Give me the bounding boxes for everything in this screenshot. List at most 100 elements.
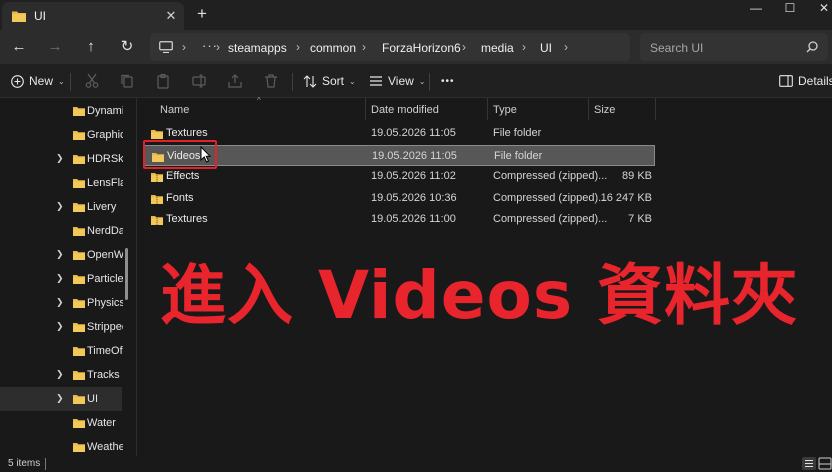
chevron-down-icon: ⌄ [418,76,426,86]
file-row[interactable]: Videos 19.05.2026 11:05 File folder [143,144,655,166]
chevron-right-icon[interactable]: ❯ [56,321,64,332]
view-icon [370,76,382,86]
file-type: File folder [494,149,543,162]
caption-overlay: 進入 Videos 資料夾 [160,257,799,334]
folder-icon [73,441,85,455]
paste-icon[interactable] [155,73,171,89]
chevron-right-icon: › [296,40,300,54]
close-window-button[interactable]: ✕ [806,0,832,20]
sidebar-item[interactable]: Dynamic [0,99,123,123]
sidebar-item-label: Water [87,417,116,429]
column-divider[interactable] [487,98,488,120]
sidebar-item[interactable]: TimeOfD [0,339,123,363]
details-button[interactable]: Details [779,72,832,90]
new-button[interactable]: New ⌄ [11,72,65,90]
sidebar-item[interactable]: ❯ Physics [0,291,123,315]
address-bar[interactable]: › ··· › steamapps › common › ForzaHorizo… [150,33,630,61]
maximize-button[interactable]: ☐ [772,0,808,20]
chevron-down-icon: ⌄ [58,76,65,86]
sidebar-item[interactable]: Water [0,411,122,435]
share-icon[interactable] [227,73,243,89]
sidebar-item[interactable]: ❯ UI [0,387,122,411]
chevron-right-icon[interactable]: ❯ [56,201,64,212]
cut-icon[interactable] [84,73,100,89]
large-icons-view-icon[interactable] [818,457,832,470]
details-pane-icon [779,75,793,87]
chevron-right-icon[interactable]: ❯ [56,249,64,260]
chevron-right-icon: › [362,40,366,54]
copy-icon[interactable] [119,73,135,89]
command-bar: New ⌄ Sort ⌄ View ⌄ ••• Details [0,64,832,98]
file-row[interactable]: Fonts 19.05.2026 10:36 Compressed (zipped)… [143,188,655,209]
forward-button[interactable]: → [44,37,66,57]
new-tab-button[interactable]: + [192,4,212,24]
column-divider[interactable] [365,98,366,120]
rename-icon[interactable] [191,73,207,89]
minimize-button[interactable]: — [738,0,774,20]
sidebar-item[interactable]: ❯ Particles [0,267,123,291]
sidebar-item[interactable]: ❯ Stripped [0,315,123,339]
sidebar-item[interactable]: LensFlare [0,171,123,195]
breadcrumb-forzahorizon6[interactable]: ForzaHorizon6 [382,41,461,55]
breadcrumb-media[interactable]: media [481,41,514,55]
file-date: 19.05.2026 10:36 [371,191,457,204]
folder-icon [73,129,85,143]
breadcrumb-steamapps[interactable]: steamapps [228,41,287,55]
sort-button[interactable]: Sort ⌄ [303,72,356,90]
folder-icon [73,249,85,263]
chevron-right-icon: › [216,40,220,54]
more-options-button[interactable]: ••• [441,72,455,90]
chevron-right-icon[interactable]: ❯ [56,393,64,404]
sidebar-item[interactable]: NerdDat [0,219,123,243]
sort-indicator-icon: ^ [257,96,261,105]
file-size: 89 KB [622,170,652,182]
chevron-right-icon[interactable]: ❯ [56,153,64,164]
file-row[interactable]: Textures 19.05.2026 11:00 Compressed (zipp… [143,209,655,230]
sidebar-item[interactable]: ❯ Tracks [0,363,122,387]
item-count: 5 items [8,458,41,469]
back-button[interactable]: ← [8,37,30,57]
folder-icon [73,393,85,407]
column-divider[interactable] [588,98,589,120]
folder-icon [73,273,85,287]
title-bar: UI ✕ + — ☐ ✕ [0,0,832,30]
file-date: 19.05.2026 11:02 [371,170,456,182]
column-header-size[interactable]: Size [594,104,615,116]
chevron-right-icon[interactable]: ❯ [56,297,64,308]
folder-icon [73,321,85,335]
tab-ui[interactable]: UI ✕ [2,2,184,30]
search-input[interactable]: Search UI [650,41,703,55]
file-type: Compressed (zipped)... [493,213,608,225]
folder-icon [12,10,26,25]
tab-close-icon[interactable]: ✕ [162,7,180,25]
breadcrumb-common[interactable]: common [310,41,356,55]
file-row[interactable]: Textures 19.05.2026 11:05 File folder [143,123,655,144]
up-button[interactable]: ↑ [80,37,102,57]
column-header-type[interactable]: Type [493,104,517,116]
view-button[interactable]: View ⌄ [369,72,426,90]
file-type: File folder [493,127,542,139]
refresh-button[interactable]: ↻ [116,37,138,57]
chevron-right-icon[interactable]: ❯ [56,273,64,284]
search-box[interactable]: Search UI [640,33,828,61]
delete-icon[interactable] [263,73,279,89]
column-divider[interactable] [655,98,656,120]
file-size: 7 KB [628,213,652,225]
sidebar-item[interactable]: Weather [0,435,123,456]
breadcrumb-ui[interactable]: UI [540,41,552,55]
sidebar-item[interactable]: GraphicsI [0,123,123,147]
folder-icon [73,153,85,167]
details-view-icon[interactable] [802,457,816,470]
file-name: Effects [166,170,200,182]
column-header-date[interactable]: Date modified [371,104,439,116]
folder-icon [73,105,85,119]
sidebar-scrollbar[interactable] [125,248,128,300]
sidebar-item[interactable]: ❯ OpenWo [0,243,123,267]
file-row[interactable]: Effects 19.05.2026 11:02 Compressed (zippe… [143,166,655,187]
sidebar-item[interactable]: ❯ Livery [0,195,122,219]
sidebar-item[interactable]: ❯ HDRSkie [0,147,123,171]
column-header-name[interactable]: Name [160,104,189,116]
plus-circle-icon [11,74,24,88]
file-name: Textures [166,127,208,139]
chevron-right-icon[interactable]: ❯ [56,369,64,380]
